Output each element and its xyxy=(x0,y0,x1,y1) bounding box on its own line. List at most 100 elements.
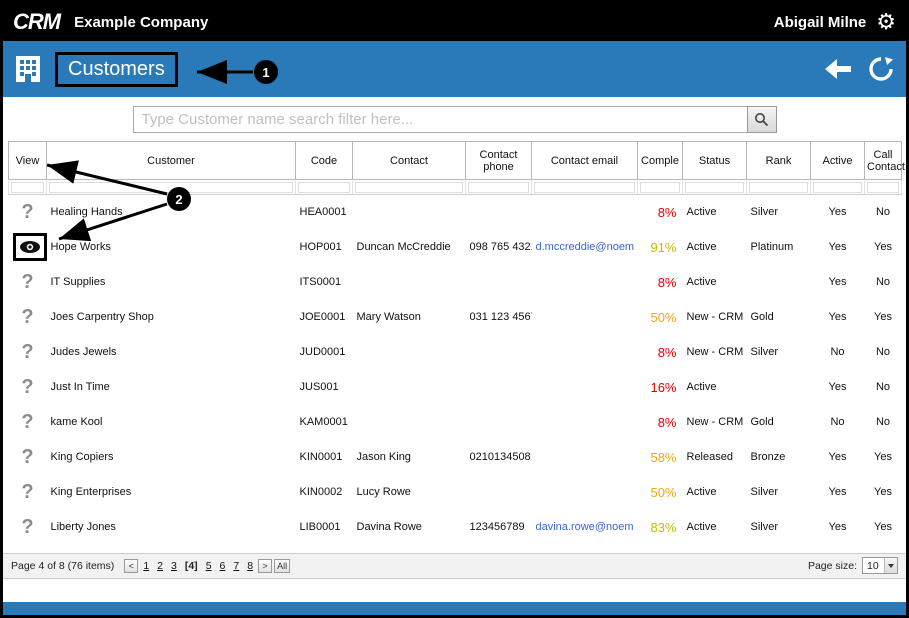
pager-buttons: <1 2 3 [4] 5 6 7 8 > All xyxy=(124,558,291,573)
active-flag: Yes xyxy=(828,276,847,288)
crm-app-window: CRM Example Company Abigail Milne ⚙ Cust… xyxy=(0,0,909,618)
status-value: New - CRM xyxy=(686,311,744,323)
column-header-call-contact[interactable]: Call Contact xyxy=(864,141,905,180)
contact-name: Jason King xyxy=(356,451,411,463)
view-eye-icon[interactable] xyxy=(12,233,47,261)
call-contact-flag: Yes xyxy=(874,451,892,463)
pager-page-link[interactable]: 1 xyxy=(143,560,149,572)
contact-name: Davina Rowe xyxy=(356,521,422,533)
column-header-active[interactable]: Active xyxy=(810,141,865,180)
search-input[interactable] xyxy=(132,105,747,133)
column-filter-input[interactable] xyxy=(867,181,899,193)
customer-name: IT Supplies xyxy=(50,276,106,288)
status-value: New - CRM xyxy=(686,346,744,358)
call-contact-flag: Yes xyxy=(874,311,892,323)
pager-page-link[interactable]: 6 xyxy=(220,560,226,572)
column-header-status[interactable]: Status xyxy=(682,141,747,180)
view-question-icon[interactable]: ? xyxy=(21,482,33,502)
complete-percent: 8% xyxy=(657,204,677,220)
column-filter-input[interactable] xyxy=(468,181,529,193)
view-question-icon[interactable]: ? xyxy=(21,447,33,467)
column-filter-input[interactable] xyxy=(685,181,744,193)
rank-value: Silver xyxy=(750,486,779,498)
customer-name: Judes Jewels xyxy=(50,346,117,358)
status-value: Active xyxy=(686,276,717,288)
complete-percent: 91% xyxy=(650,239,677,255)
customers-table: View Customer Code Contact Contact phone Cont… xyxy=(8,141,905,545)
complete-percent: 8% xyxy=(657,344,677,360)
contact-name: Lucy Rowe xyxy=(356,486,411,498)
view-question-icon[interactable]: ? xyxy=(21,517,33,537)
pager-page-link[interactable]: 3 xyxy=(171,560,177,572)
column-filter-input[interactable] xyxy=(49,181,293,193)
pager-prev-button[interactable]: < xyxy=(124,558,139,573)
table-filter-row xyxy=(8,179,902,195)
pager-page-link[interactable]: 8 xyxy=(247,560,253,572)
rank-value: Gold xyxy=(750,311,774,323)
column-header-contact-phone[interactable]: Contact phone xyxy=(465,141,532,180)
column-header-code[interactable]: Code xyxy=(295,141,353,180)
column-header-contact-email[interactable]: Contact email xyxy=(531,141,638,180)
view-question-icon[interactable]: ? xyxy=(21,307,33,327)
column-header-comple[interactable]: Comple xyxy=(637,141,683,180)
contact-phone: 123456789 xyxy=(469,521,525,533)
settings-gear-icon[interactable]: ⚙ xyxy=(876,11,896,33)
status-value: Active xyxy=(686,381,717,393)
pager-current-page: [4] xyxy=(184,559,198,572)
rank-value: Bronze xyxy=(750,451,786,463)
column-filter-input[interactable] xyxy=(749,181,808,193)
pager-summary: Page 4 of 8 (76 items) xyxy=(11,559,115,572)
column-filter-input[interactable] xyxy=(813,181,862,193)
column-filter-input[interactable] xyxy=(534,181,635,193)
complete-percent: 83% xyxy=(650,519,677,535)
call-contact-flag: Yes xyxy=(874,486,892,498)
back-arrow-icon[interactable] xyxy=(824,58,852,80)
customer-code: KIN0001 xyxy=(299,451,343,463)
page-size-dropdown[interactable]: 10 xyxy=(862,557,898,574)
rank-value: Silver xyxy=(750,346,779,358)
view-question-icon[interactable]: ? xyxy=(21,412,33,432)
active-flag: Yes xyxy=(828,381,847,393)
building-icon[interactable] xyxy=(15,55,41,83)
refresh-icon[interactable] xyxy=(868,56,894,82)
view-question-icon[interactable]: ? xyxy=(21,202,33,222)
contact-phone: 098 765 4321 xyxy=(469,241,532,253)
company-name: Example Company xyxy=(74,13,209,31)
rank-value: Platinum xyxy=(750,241,794,253)
call-contact-flag: No xyxy=(875,346,891,358)
pagination-bar: Page 4 of 8 (76 items) <1 2 3 [4] 5 6 7 8 > All P… xyxy=(3,552,906,579)
column-header-contact[interactable]: Contact xyxy=(352,141,466,180)
table-row: ? kame Kool KAM0001 8% New - CRM Gold No No xyxy=(9,405,902,440)
table-row: ? Healing Hands HEA0001 8% Active Silver Yes No xyxy=(9,195,902,230)
pager-page-link[interactable]: 2 xyxy=(157,560,163,572)
customer-name: King Copiers xyxy=(50,451,114,463)
pager-page-link[interactable]: 5 xyxy=(206,560,212,572)
active-flag: Yes xyxy=(828,206,847,219)
view-question-icon[interactable]: ? xyxy=(21,342,33,362)
pager-next-button[interactable]: > xyxy=(258,558,273,573)
column-header-customer[interactable]: Customer xyxy=(46,141,296,180)
contact-email-link[interactable]: davina.rowe@noem xyxy=(536,521,634,533)
customer-code: KAM0001 xyxy=(299,416,348,428)
column-filter-input[interactable] xyxy=(298,181,350,193)
table-row: ? King Copiers KIN0001 Jason King 0210134508… xyxy=(9,440,902,475)
complete-percent: 8% xyxy=(657,274,677,290)
pager-page-link[interactable]: 7 xyxy=(233,560,239,572)
column-filter-input[interactable] xyxy=(355,181,463,193)
column-header-view[interactable]: View xyxy=(8,141,47,180)
pager-all-button[interactable]: All xyxy=(274,558,291,573)
view-question-icon[interactable]: ? xyxy=(21,272,33,292)
column-filter-input[interactable] xyxy=(640,181,680,193)
contact-phone: 0210134508 xyxy=(469,451,531,463)
active-flag: Yes xyxy=(828,311,847,323)
table-row: ? Joes Carpentry Shop JOE0001 Mary Watson 03… xyxy=(9,300,902,335)
status-value: New - CRM xyxy=(686,416,744,428)
view-question-icon[interactable]: ? xyxy=(21,377,33,397)
contact-email-link[interactable]: d.mccreddie@noem xyxy=(536,241,635,253)
search-button[interactable] xyxy=(746,105,777,133)
column-filter-input[interactable] xyxy=(11,181,44,193)
customer-name: Liberty Jones xyxy=(50,521,116,533)
table-header-row: View Customer Code Contact Contact phone Cont… xyxy=(8,141,905,180)
column-header-rank[interactable]: Rank xyxy=(746,141,811,180)
customers-table-wrap: View Customer Code Contact Contact phone Cont… xyxy=(3,141,906,545)
